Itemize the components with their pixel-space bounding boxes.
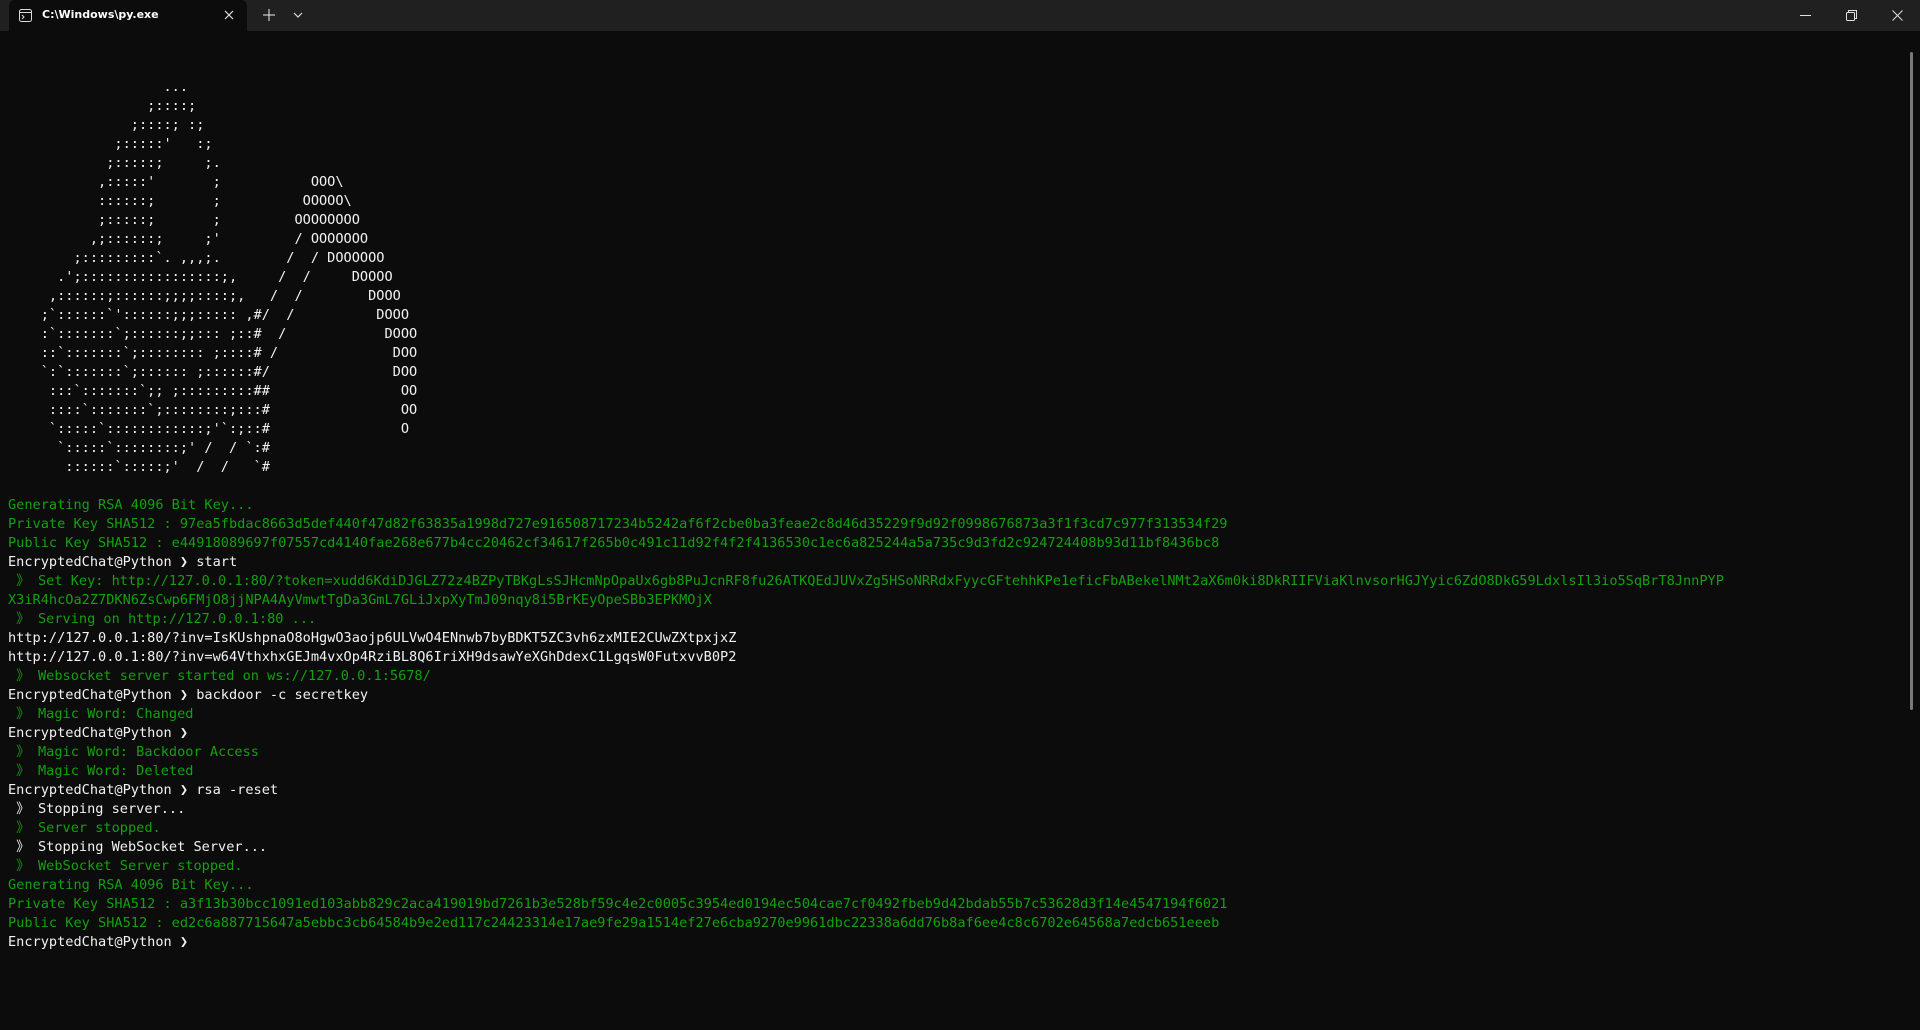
console-line: EncryptedChat@Python ❯ xyxy=(8,725,189,741)
console-line: EncryptedChat@Python ❯ start xyxy=(8,554,238,570)
tab-py-exe[interactable]: C:\Windows\py.exe xyxy=(9,0,247,31)
restore-button[interactable] xyxy=(1828,0,1874,31)
console-line: 》 Server stopped. xyxy=(8,820,161,836)
console-line: 》 Websocket server started on ws://127.0… xyxy=(8,668,431,684)
ascii-art-line: ;:::::' :; xyxy=(8,136,213,152)
tab-title: C:\Windows\py.exe xyxy=(42,8,159,21)
console-line: EncryptedChat@Python ❯ xyxy=(8,934,189,950)
plus-icon[interactable] xyxy=(262,8,276,22)
ascii-art-line: ;`::::::`'::::::;;;::::: ,#/ / DOOO xyxy=(8,307,410,323)
console-line: 》 Serving on http://127.0.0.1:80 ... xyxy=(8,611,317,627)
terminal-icon xyxy=(19,9,32,22)
console-line: 》 Stopping server... xyxy=(8,801,186,817)
ascii-art-line: ;::::; xyxy=(8,98,197,114)
console-line: Generating RSA 4096 Bit Key... xyxy=(8,497,254,513)
console-line: http://127.0.0.1:80/?inv=w64VthxhxGEJm4v… xyxy=(8,649,737,665)
ascii-art-line: :`:::::::`;::::::;;::: ;::# / DOOO xyxy=(8,326,418,342)
console-line: 》 Magic Word: Changed xyxy=(8,706,194,722)
ascii-art-line: :::`:::::::`;; ;:::::::::## OO xyxy=(8,383,418,399)
console-line: EncryptedChat@Python ❯ backdoor -c secre… xyxy=(8,687,369,703)
ascii-art-line: ,::::::;::::::;;;;::::;, / / DOOO xyxy=(8,288,401,304)
console-line: Private Key SHA512 : a3f13b30bcc1091ed10… xyxy=(8,896,1228,912)
console-line: 》 Stopping WebSocket Server... xyxy=(8,839,268,855)
console-line: EncryptedChat@Python ❯ rsa -reset xyxy=(8,782,279,798)
console-line: 》 Set Key: http://127.0.0.1:80/?token=xu… xyxy=(8,573,1724,589)
console-line: Generating RSA 4096 Bit Key... xyxy=(8,877,254,893)
chevron-down-icon[interactable] xyxy=(292,10,304,20)
minimize-button[interactable] xyxy=(1782,0,1828,31)
console-line: 》 Magic Word: Deleted xyxy=(8,763,194,779)
close-icon[interactable] xyxy=(223,9,235,21)
ascii-art-line: `:`:::::::`;:::::: ;::::::#/ DOO xyxy=(8,364,418,380)
ascii-art-line: ;:::::; ; OOOOOOOO xyxy=(8,212,360,228)
ascii-art-line: ::::`:::::::`;::::::::;:::# OO xyxy=(8,402,418,418)
console-line: Private Key SHA512 : 97ea5fbdac8663d5def… xyxy=(8,516,1228,532)
terminal-window: C:\Windows\py.exe ... ;::::; ;::::;:; ;… xyxy=(0,0,1920,1030)
ascii-art-line: `:::::`::::::::;' / / `:# xyxy=(8,440,270,456)
console-line: 》 Magic Word: Backdoor Access xyxy=(8,744,259,760)
ascii-art-line: `:::::`::::::::::::;'`:;::# O xyxy=(8,421,410,437)
ascii-art-line: ::::::; ; OOOOO\ xyxy=(8,193,352,209)
ascii-art-line: ::::::`:::::;' / / `# xyxy=(8,459,270,475)
title-bar: C:\Windows\py.exe xyxy=(0,0,1920,31)
minimize-icon xyxy=(1800,15,1811,16)
close-window-button[interactable] xyxy=(1874,0,1920,31)
ascii-art-line: ;:::::::::`. ,,,;. / / DOOOOOO xyxy=(8,250,385,266)
console-output[interactable]: ... ;::::; ;::::; :; ;:::::' :; ;:::::; … xyxy=(8,78,1908,958)
console-line: Public Key SHA512 : ed2c6a887715647a5ebb… xyxy=(8,915,1220,931)
ascii-art-line: ::`:::::::`;:::::::: ;::::# / DOO xyxy=(8,345,418,361)
console-line: 》 WebSocket Server stopped. xyxy=(8,858,243,874)
ascii-art-line: ;:::::; ;. xyxy=(8,155,221,171)
console-line: X3iR4hcOa2Z7DKN6ZsCwp6FMjO8jjNPA4AyVmwtT… xyxy=(8,592,712,608)
ascii-art-line: .';:::::::::::::::::;, / / DOOOO xyxy=(8,269,393,285)
ascii-art-line: ,;::::::; ;' / OOOOOOO xyxy=(8,231,369,247)
restore-icon xyxy=(1846,10,1857,21)
ascii-art-line: ,:::::' ; OOO\ xyxy=(8,174,344,190)
close-icon xyxy=(1892,10,1903,21)
scrollbar[interactable] xyxy=(1910,52,1913,710)
console-line: http://127.0.0.1:80/?inv=IsKUshpnaO8oHgw… xyxy=(8,630,737,646)
ascii-art-line: ... xyxy=(8,79,189,95)
ascii-art-line: ;::::; :; xyxy=(8,117,205,133)
console-line: Public Key SHA512 : e44918089697f07557cd… xyxy=(8,535,1220,551)
